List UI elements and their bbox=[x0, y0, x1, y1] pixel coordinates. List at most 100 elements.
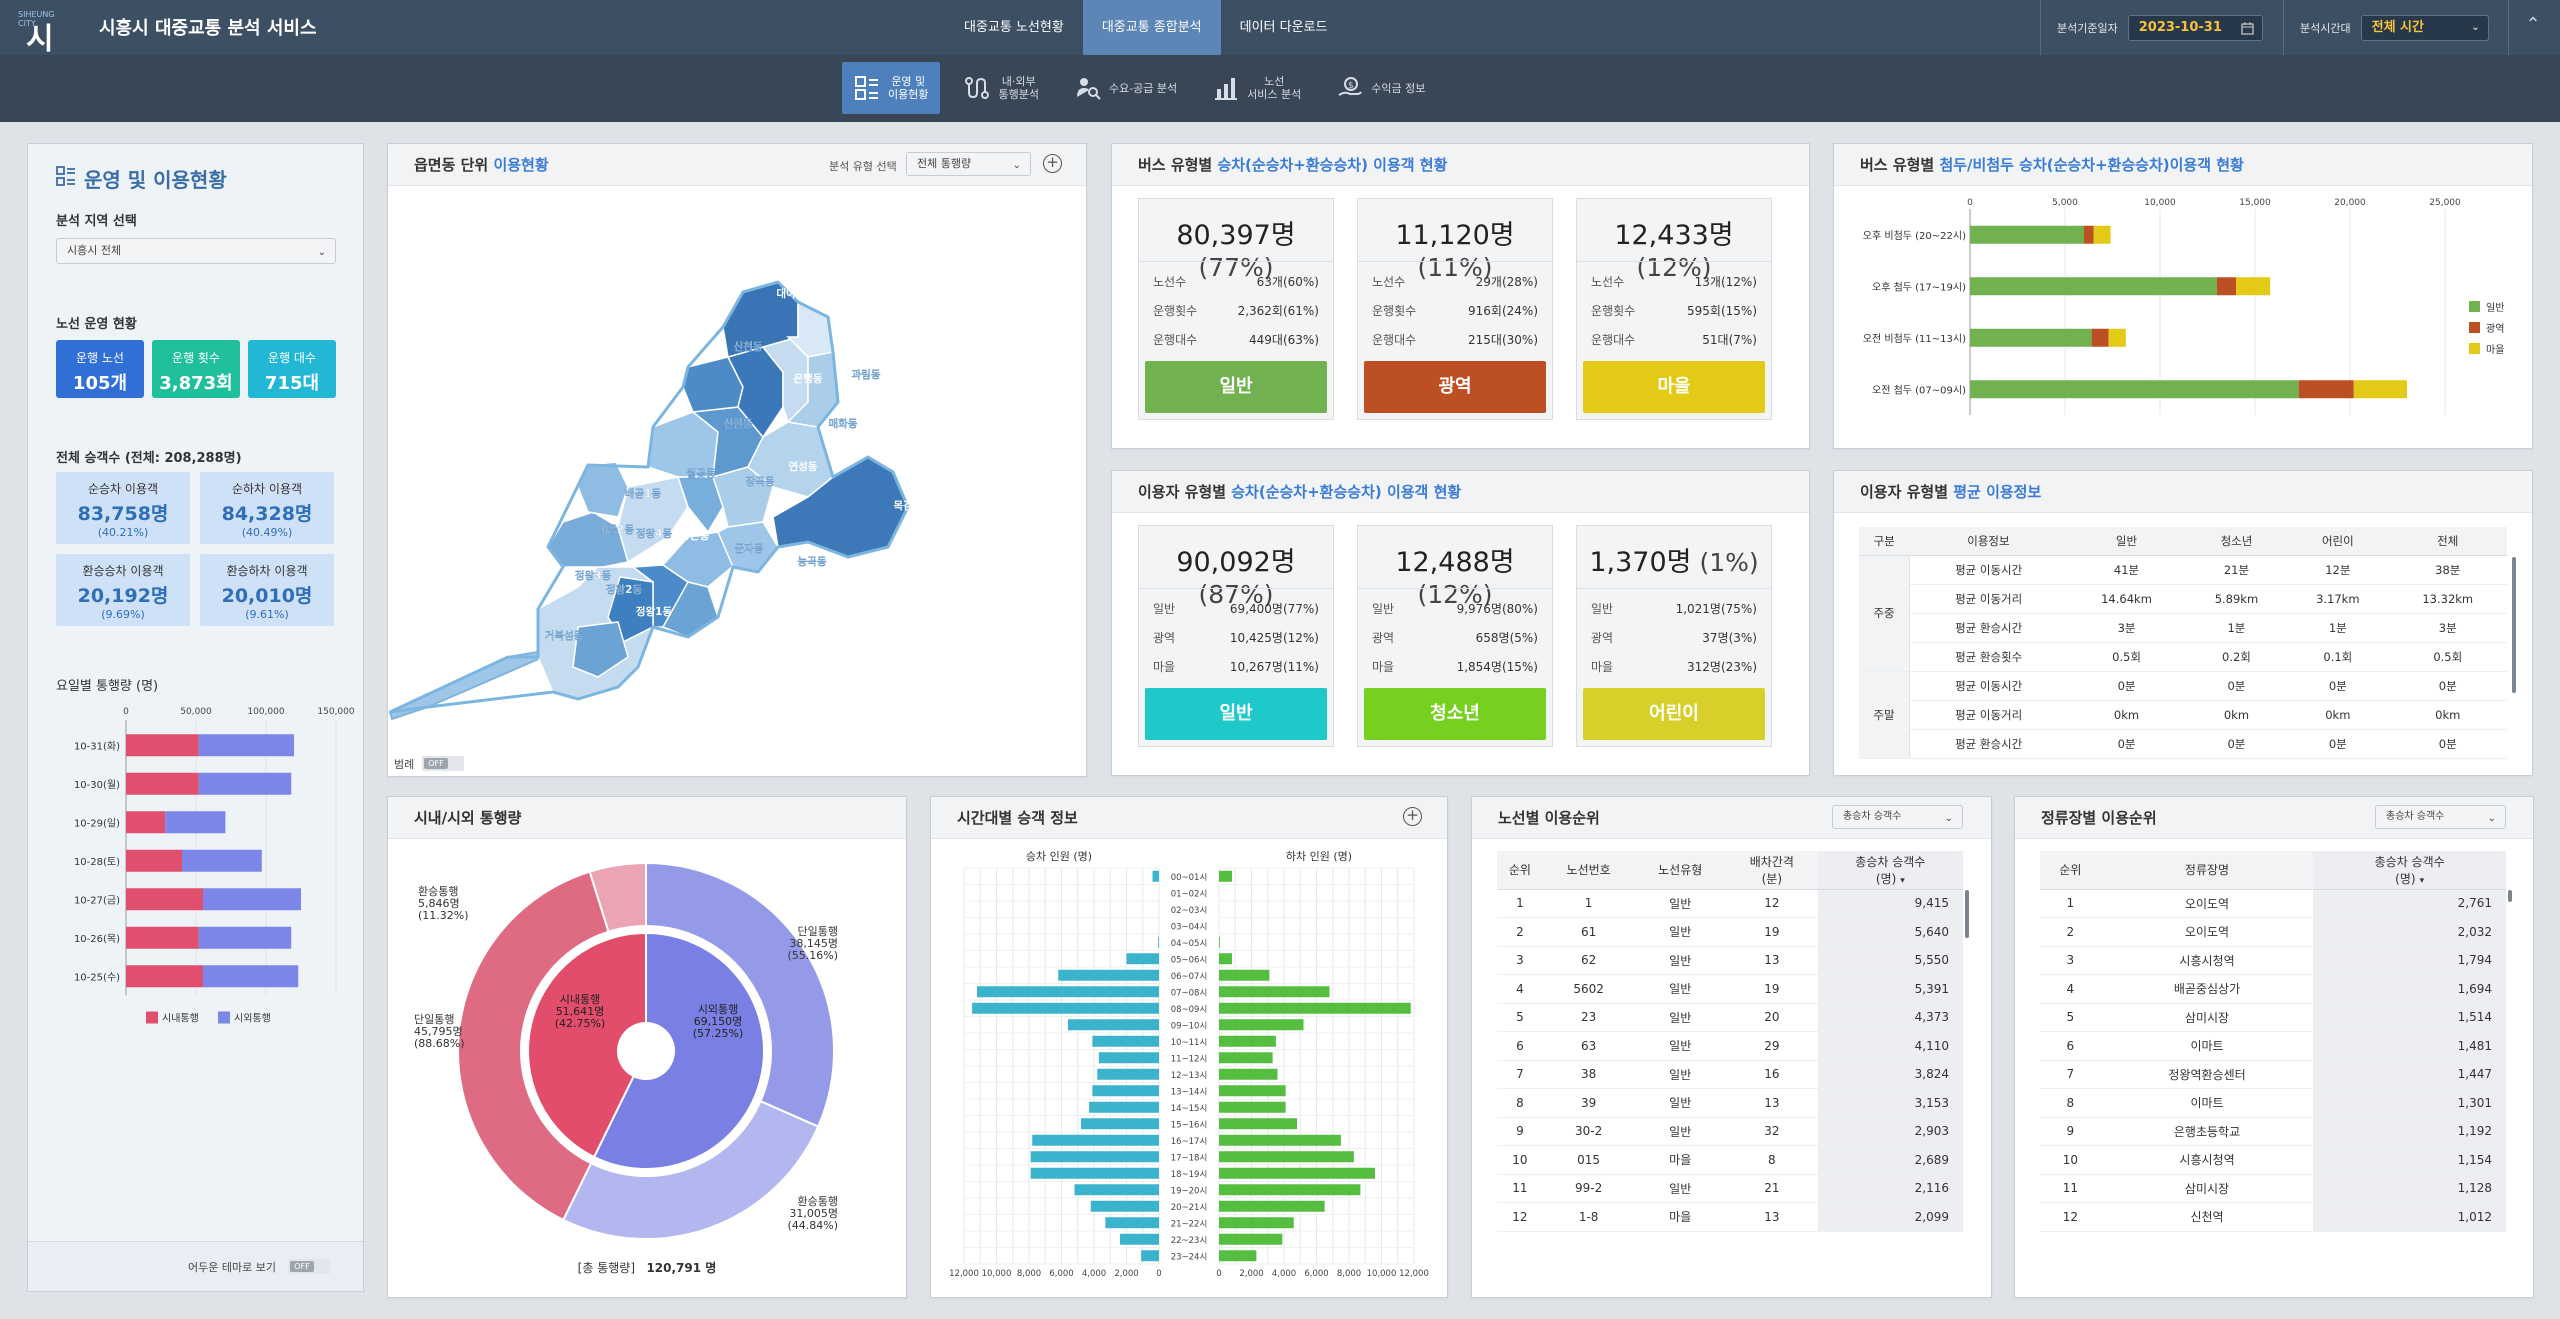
table-cell: 4 bbox=[2040, 974, 2101, 1004]
table-row[interactable]: 9 은행초등학교 1,192 bbox=[2040, 1117, 2506, 1146]
stop-sort-select[interactable]: 총승차 승객수 ⌄ bbox=[2375, 805, 2506, 829]
sort-desc-icon[interactable]: ▾ bbox=[1900, 876, 1905, 886]
table-cell: 1,154 bbox=[2313, 1145, 2506, 1175]
row-label: 광역 bbox=[1591, 631, 1614, 645]
table-row[interactable]: 9 30-2 일반 32 2,903 bbox=[1497, 1117, 1963, 1146]
table-row[interactable]: 8 39 일반 13 3,153 bbox=[1497, 1088, 1963, 1118]
sort-desc-icon[interactable]: ▾ bbox=[2420, 876, 2425, 886]
route-table-wrap[interactable]: 순위 노선번호 노선유형 배차간격 (분) 총승차 승객수 (명) ▾ 1 1 일반 12 9,415 2… bbox=[1497, 851, 1963, 1291]
table-cell: 마을 bbox=[1634, 1145, 1727, 1175]
hourly-panel: 시간대별 승객 정보 + 승차 인원 (명) 하차 인원 (명) 00~01시 01~… bbox=[930, 796, 1448, 1298]
table-cell: 8 bbox=[1726, 1145, 1818, 1175]
type-button-광역[interactable]: 광역 bbox=[1364, 361, 1546, 413]
row-label: 광역 bbox=[1372, 631, 1395, 645]
table-row[interactable]: 1 오이도역 2,761 bbox=[2040, 889, 2506, 918]
table-row[interactable]: 3 62 일반 13 5,550 bbox=[1497, 946, 1963, 975]
dark-theme-toggle[interactable]: OFF bbox=[288, 1259, 330, 1274]
analysis-type-select[interactable]: 전체 통행량 ⌄ bbox=[906, 152, 1031, 176]
nav-comprehensive-analysis[interactable]: 대중교통 종합분석 bbox=[1082, 0, 1221, 55]
table-row[interactable]: 12 신천역 1,012 bbox=[2040, 1202, 2506, 1232]
table-cell: 3 bbox=[1497, 946, 1543, 975]
table-row[interactable]: 3 시흥시청역 1,794 bbox=[2040, 946, 2506, 975]
table-row[interactable]: 2 61 일반 19 5,640 bbox=[1497, 917, 1963, 947]
type-button-어린이[interactable]: 어린이 bbox=[1583, 688, 1765, 740]
filter-value: 전체 통행량 bbox=[917, 157, 972, 170]
table-cell: 4,373 bbox=[1817, 1003, 1963, 1032]
table-cell: 4 bbox=[1497, 974, 1543, 1004]
region-select[interactable]: 시흥시 전체 ⌄ bbox=[56, 238, 336, 264]
stop-table-wrap[interactable]: 순위 정류장명 총승차 승객수 (명) ▾ 1 오이도역 2,761 2 오이도역 2,032 3 시흥… bbox=[2040, 851, 2506, 1291]
table-row[interactable]: 8 이마트 1,301 bbox=[2040, 1088, 2506, 1118]
row-label: 운행대수 bbox=[1372, 333, 1417, 347]
ops-trips-card: 운행 횟수 3,873회 bbox=[152, 340, 240, 398]
category-label: 10-30(월) bbox=[74, 779, 120, 791]
table-row[interactable]: 6 63 일반 29 4,110 bbox=[1497, 1031, 1963, 1061]
legend-swatch bbox=[2469, 301, 2480, 312]
table-row[interactable]: 7 38 일반 16 3,824 bbox=[1497, 1060, 1963, 1089]
dow-title: 요일별 통행량 (명) bbox=[56, 679, 159, 694]
table-cell: 일반 bbox=[1634, 1003, 1727, 1032]
table-row[interactable]: 10 시흥시청역 1,154 bbox=[2040, 1145, 2506, 1175]
bar-시외통행 bbox=[198, 734, 294, 757]
category-label: 오후 첨두 (17~19시) bbox=[1872, 281, 1966, 293]
card-row: 광역 10,425명(12%) bbox=[1153, 629, 1319, 646]
add-circle-icon[interactable]: + bbox=[1043, 154, 1062, 173]
type-button-마을[interactable]: 마을 bbox=[1583, 361, 1765, 413]
table-row[interactable]: 11 99-2 일반 21 2,116 bbox=[1497, 1174, 1963, 1203]
time-select[interactable]: 전체 시간 ⌄ bbox=[2360, 14, 2489, 41]
column-header: 순위 bbox=[1497, 851, 1543, 890]
table-row[interactable]: 5 삼미시장 1,514 bbox=[2040, 1003, 2506, 1032]
table-row[interactable]: 12 1-8 마을 13 2,099 bbox=[1497, 1202, 1963, 1232]
calendar-icon[interactable] bbox=[2241, 21, 2254, 35]
divider bbox=[1358, 261, 1552, 262]
subnav-operation-usage[interactable]: 운영 및 이용현황 bbox=[842, 62, 941, 114]
legend-toggle[interactable]: OFF bbox=[422, 756, 464, 771]
panel-title: 운영 및 이용현황 bbox=[84, 168, 227, 192]
card-row: 운행대수 215대(30%) bbox=[1372, 331, 1538, 348]
subnav-in-out-traffic[interactable]: 내·외부 통행분석 bbox=[952, 62, 1050, 114]
nav-data-download[interactable]: 데이터 다운로드 bbox=[1221, 0, 1347, 55]
scrollbar[interactable] bbox=[2512, 557, 2516, 693]
table-row[interactable]: 10 015 마을 8 2,689 bbox=[1497, 1145, 1963, 1175]
avg-info-table-wrap[interactable]: 구분 이용정보 일반 청소년 어린이 전체 주중 평균 이동시간 41분 21분 12분 38분 평균 … bbox=[1859, 527, 2507, 759]
subnav-route-service[interactable]: 노선 서비스 분석 bbox=[1201, 62, 1313, 114]
date-selector: 분석기준일자 2023-10-31 bbox=[2057, 0, 2263, 55]
subnav-demand-supply[interactable]: 수요-공급 분석 bbox=[1063, 62, 1189, 114]
scrollbar[interactable] bbox=[2508, 890, 2512, 902]
type-button-청소년[interactable]: 청소년 bbox=[1364, 688, 1546, 740]
table-cell: 0km bbox=[2287, 700, 2389, 730]
type-button-일반[interactable]: 일반 bbox=[1145, 361, 1327, 413]
row-label: 운행횟수 bbox=[1591, 304, 1636, 318]
column-header: 노선번호 bbox=[1542, 851, 1635, 890]
stop-rank-panel: 정류장별 이용순위 총승차 승객수 ⌄ 순위 정류장명 총승차 승객수 (명) ▾ 1 오이도… bbox=[2014, 796, 2534, 1298]
route-sort-select[interactable]: 총승차 승객수 ⌄ bbox=[1832, 805, 1963, 829]
date-input[interactable]: 2023-10-31 bbox=[2127, 14, 2263, 41]
scrollbar[interactable] bbox=[1965, 890, 1969, 938]
type-button-일반[interactable]: 일반 bbox=[1145, 688, 1327, 740]
boarding-bar bbox=[972, 1002, 1159, 1014]
table-cell: 이마트 bbox=[2100, 1031, 2314, 1061]
table-row[interactable]: 4 5602 일반 19 5,391 bbox=[1497, 974, 1963, 1004]
table-row[interactable]: 4 배곧중심상가 1,694 bbox=[2040, 974, 2506, 1004]
table-cell: 14.64km bbox=[2067, 584, 2186, 614]
table-row[interactable]: 7 정왕역환승센터 1,447 bbox=[2040, 1060, 2506, 1089]
collapse-chevron-icon[interactable]: ⌃ bbox=[2520, 14, 2546, 40]
table-row[interactable]: 5 23 일반 20 4,373 bbox=[1497, 1003, 1963, 1032]
subnav-revenue[interactable]: $ 수익금 정보 bbox=[1325, 62, 1437, 114]
legend-label: 마을 bbox=[2486, 344, 2504, 356]
tick-label: 2,000 bbox=[1114, 1269, 1138, 1279]
column-header: 배차간격 (분) bbox=[1726, 851, 1818, 890]
route-rank-table: 순위 노선번호 노선유형 배차간격 (분) 총승차 승객수 (명) ▾ 1 1 일반 12 9,415 2… bbox=[1497, 851, 1963, 1232]
panel-title: 정류장별 이용순위 bbox=[2041, 809, 2157, 827]
add-circle-icon[interactable]: + bbox=[1403, 807, 1422, 826]
card-row: 마을 312명(23%) bbox=[1591, 658, 1757, 675]
table-cell: 일반 bbox=[1634, 974, 1727, 1004]
table-row[interactable]: 11 삼미시장 1,128 bbox=[2040, 1174, 2506, 1203]
nav-route-status[interactable]: 대중교통 노선현황 bbox=[945, 0, 1083, 55]
table-row[interactable]: 2 오이도역 2,032 bbox=[2040, 917, 2506, 947]
tick-label: 10,000 bbox=[1367, 1269, 1397, 1279]
district-label: 정왕본동 bbox=[671, 529, 710, 542]
row-value: 916회(24%) bbox=[1468, 304, 1538, 318]
table-row[interactable]: 1 1 일반 12 9,415 bbox=[1497, 889, 1963, 918]
table-row[interactable]: 6 이마트 1,481 bbox=[2040, 1031, 2506, 1061]
